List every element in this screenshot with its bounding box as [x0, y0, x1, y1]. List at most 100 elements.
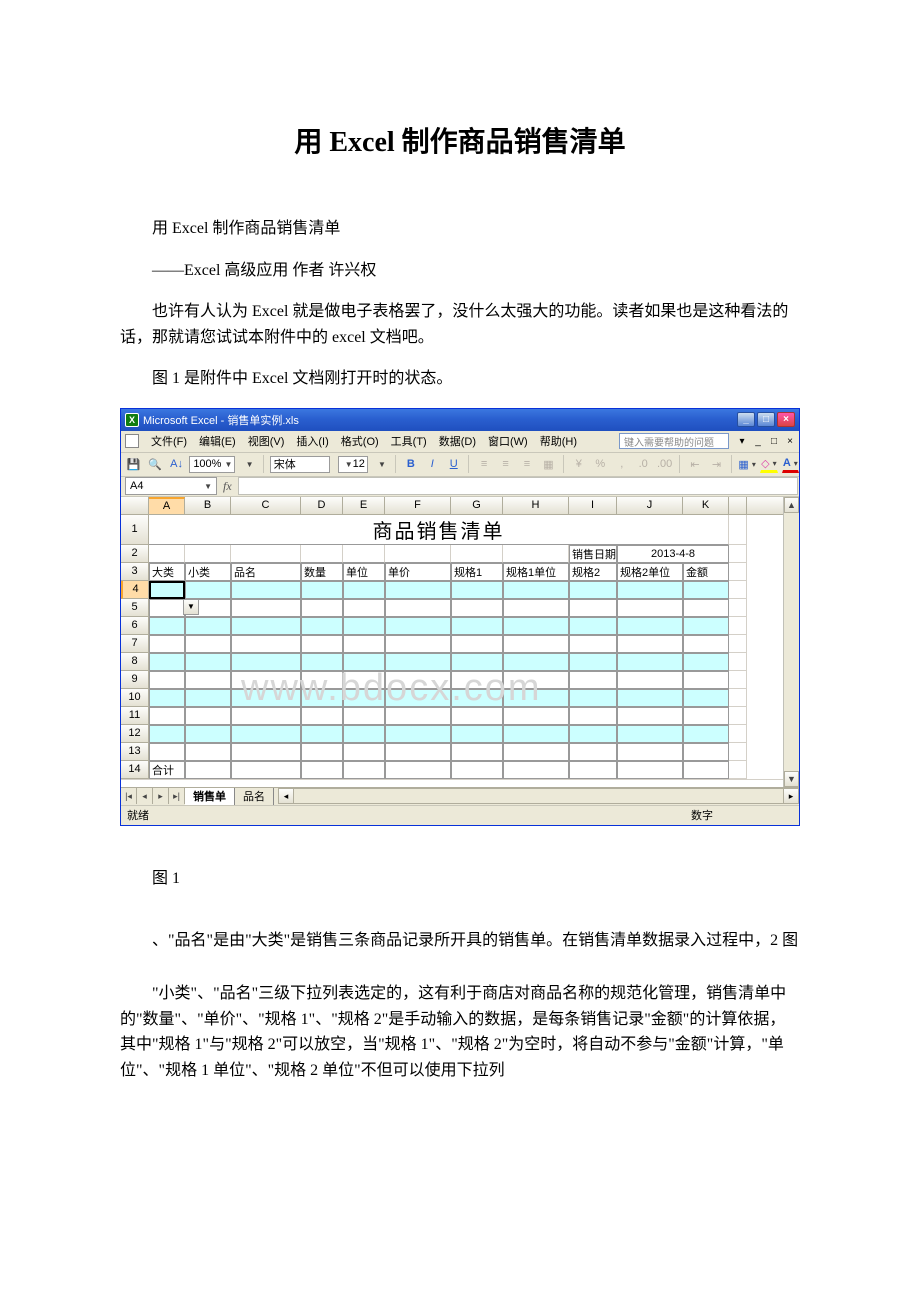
cell-I9[interactable] — [569, 671, 617, 689]
cell-E8[interactable] — [343, 653, 385, 671]
cell-L12[interactable] — [729, 725, 747, 743]
toolbar-options-icon[interactable]: ▼ — [239, 455, 256, 473]
cell-B9[interactable] — [185, 671, 231, 689]
cell-L4[interactable] — [729, 581, 747, 599]
cell-K7[interactable] — [683, 635, 729, 653]
cell-G12[interactable] — [451, 725, 503, 743]
formula-input[interactable] — [238, 477, 798, 495]
cell-B12[interactable] — [185, 725, 231, 743]
row-header-1[interactable]: 1 — [121, 515, 149, 545]
cell-J13[interactable] — [617, 743, 683, 761]
dec-decimal-icon[interactable]: .00 — [656, 455, 673, 473]
wb-restore-button[interactable]: _ — [751, 435, 765, 447]
sheet-tab-sales[interactable]: 销售单 — [185, 788, 235, 805]
align-right-icon[interactable]: ≡ — [518, 455, 535, 473]
hdr-spec2[interactable]: 规格2 — [569, 563, 617, 581]
hdr-unit[interactable]: 单位 — [343, 563, 385, 581]
row-header-11[interactable]: 11 — [121, 707, 149, 725]
hdr-amount[interactable]: 金额 — [683, 563, 729, 581]
cell-F9[interactable] — [385, 671, 451, 689]
cell-F10[interactable] — [385, 689, 451, 707]
col-header-K[interactable]: K — [683, 497, 729, 514]
cell-G4[interactable] — [451, 581, 503, 599]
cell-H9[interactable] — [503, 671, 569, 689]
cell-G2[interactable] — [451, 545, 503, 563]
cell-A14-total[interactable]: 合计 — [149, 761, 185, 779]
name-box[interactable]: A4▼ — [125, 477, 217, 495]
cell-I14[interactable] — [569, 761, 617, 779]
cell-B2[interactable] — [185, 545, 231, 563]
cell-A7[interactable] — [149, 635, 185, 653]
cell-G7[interactable] — [451, 635, 503, 653]
cell-H4[interactable] — [503, 581, 569, 599]
col-header-I[interactable]: I — [569, 497, 617, 514]
cell-L9[interactable] — [729, 671, 747, 689]
cell-J5[interactable] — [617, 599, 683, 617]
close-button[interactable]: × — [777, 412, 795, 427]
cell-J11[interactable] — [617, 707, 683, 725]
cell-C2[interactable] — [231, 545, 301, 563]
cell-H11[interactable] — [503, 707, 569, 725]
cell-H6[interactable] — [503, 617, 569, 635]
cell-G13[interactable] — [451, 743, 503, 761]
cell-L11[interactable] — [729, 707, 747, 725]
col-header-J[interactable]: J — [617, 497, 683, 514]
hdr-spec1-unit[interactable]: 规格1单位 — [503, 563, 569, 581]
cell-G9[interactable] — [451, 671, 503, 689]
hdr-unit-price[interactable]: 单价 — [385, 563, 451, 581]
cell-B10[interactable] — [185, 689, 231, 707]
align-left-icon[interactable]: ≡ — [475, 455, 492, 473]
percent-icon[interactable]: % — [592, 455, 609, 473]
cell-J12[interactable] — [617, 725, 683, 743]
cell-A11[interactable] — [149, 707, 185, 725]
cell-I10[interactable] — [569, 689, 617, 707]
currency-icon[interactable]: ¥ — [570, 455, 587, 473]
row-header-2[interactable]: 2 — [121, 545, 149, 563]
select-all-corner[interactable] — [121, 497, 149, 514]
cell-J8[interactable] — [617, 653, 683, 671]
cell-D9[interactable] — [301, 671, 343, 689]
cell-E6[interactable] — [343, 617, 385, 635]
cell-L2[interactable] — [729, 545, 747, 563]
col-header-A[interactable]: A — [149, 497, 185, 514]
hdr-big-class[interactable]: 大类 — [149, 563, 185, 581]
hdr-spec2-unit[interactable]: 规格2单位 — [617, 563, 683, 581]
underline-icon[interactable]: U — [445, 455, 462, 473]
cell-A13[interactable] — [149, 743, 185, 761]
cell-B6[interactable] — [185, 617, 231, 635]
menu-edit[interactable]: 编辑(E) — [193, 431, 242, 451]
cell-B14[interactable] — [185, 761, 231, 779]
cell-I4[interactable] — [569, 581, 617, 599]
font-size-dd-icon[interactable]: ▼ — [372, 455, 389, 473]
cell-H12[interactable] — [503, 725, 569, 743]
menu-insert[interactable]: 插入(I) — [290, 431, 334, 451]
cell-B4[interactable] — [185, 581, 231, 599]
menu-help[interactable]: 帮助(H) — [534, 431, 583, 451]
maximize-button[interactable]: □ — [757, 412, 775, 427]
cell-C11[interactable] — [231, 707, 301, 725]
cell-G5[interactable] — [451, 599, 503, 617]
cell-J4[interactable] — [617, 581, 683, 599]
cell-C4[interactable] — [231, 581, 301, 599]
cell-H8[interactable] — [503, 653, 569, 671]
cell-K12[interactable] — [683, 725, 729, 743]
help-search-box[interactable]: 键入需要帮助的问题 — [619, 433, 729, 449]
col-header-E[interactable]: E — [343, 497, 385, 514]
menu-data[interactable]: 数据(D) — [433, 431, 482, 451]
save-icon[interactable]: 💾 — [125, 455, 142, 473]
row-header-12[interactable]: 12 — [121, 725, 149, 743]
print-preview-icon[interactable]: 🔍 — [146, 455, 163, 473]
cell-F8[interactable] — [385, 653, 451, 671]
cell-F6[interactable] — [385, 617, 451, 635]
dropdown-icon[interactable]: ▼ — [183, 599, 199, 615]
cell-A9[interactable] — [149, 671, 185, 689]
cell-H5[interactable] — [503, 599, 569, 617]
cell-G10[interactable] — [451, 689, 503, 707]
cell-L6[interactable] — [729, 617, 747, 635]
cell-J6[interactable] — [617, 617, 683, 635]
cell-D10[interactable] — [301, 689, 343, 707]
cell-A2[interactable] — [149, 545, 185, 563]
menu-view[interactable]: 视图(V) — [242, 431, 291, 451]
cell-F2[interactable] — [385, 545, 451, 563]
hscroll-right-icon[interactable]: ▸ — [783, 788, 799, 804]
